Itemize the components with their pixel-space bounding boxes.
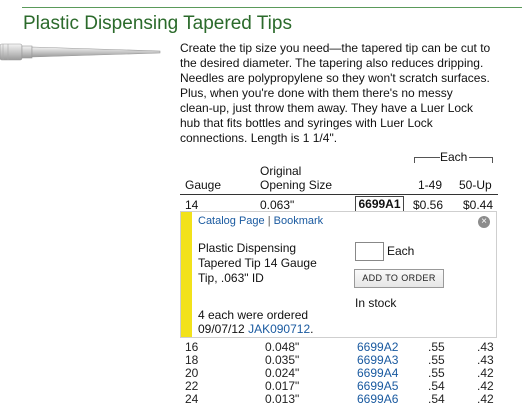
tapered-tip-image xyxy=(0,43,161,61)
row-price2: .42 xyxy=(477,392,494,406)
first-row-opening: 0.063" xyxy=(260,198,295,212)
panel-product-description: Plastic Dispensing Tapered Tip 14 Gauge … xyxy=(198,241,317,285)
panel-accent-bar xyxy=(181,212,192,337)
panel-links: Catalog Page | Bookmark xyxy=(198,215,323,227)
order-history-line: 4 each were ordered xyxy=(198,308,309,322)
opening-header-line1: Original xyxy=(260,164,302,178)
first-row-gauge: 14 xyxy=(185,198,199,212)
row-price1: .54 xyxy=(428,392,445,406)
qty2-header: 50-Up xyxy=(459,178,492,192)
qty1-header: 1-49 xyxy=(418,178,443,192)
stock-status: In stock xyxy=(355,296,397,310)
product-description: Create the tip size you need—the tapered… xyxy=(180,41,498,146)
first-row-price2: $0.44 xyxy=(463,198,494,212)
description-line: Needles are polypropylene so they won't … xyxy=(180,71,490,85)
each-bracket-right xyxy=(469,157,493,163)
description-line: the desired diameter. The tapering also … xyxy=(180,56,484,70)
table-row: 24 0.013" 6699A6 .54 .42 xyxy=(0,393,522,406)
each-header: Each xyxy=(440,150,468,164)
description-line: Create the tip size you need—the tapered… xyxy=(180,41,491,55)
each-bracket-left xyxy=(414,157,440,163)
order-history: 4 each were ordered 09/07/12 JAK090712. xyxy=(198,308,313,336)
bookmark-link[interactable]: Bookmark xyxy=(274,215,324,227)
order-panel: Catalog Page | Bookmark × Plastic Dispen… xyxy=(180,211,497,338)
close-icon[interactable]: × xyxy=(478,216,490,228)
row-opening: 0.013" xyxy=(265,392,300,406)
order-reference-link[interactable]: JAK090712 xyxy=(248,322,310,336)
order-history-line2: 09/07/12 JAK090712. xyxy=(198,322,313,336)
order-period: . xyxy=(310,322,314,336)
link-separator: | xyxy=(267,215,271,227)
row-part-link[interactable]: 6699A6 xyxy=(357,393,398,406)
gauge-header: Gauge xyxy=(185,178,222,192)
description-line: clean-up, just throw them away. They hav… xyxy=(180,101,474,115)
add-to-order-button[interactable]: ADD TO ORDER xyxy=(354,269,444,288)
order-date: 09/07/12 xyxy=(198,322,245,336)
quantity-input[interactable] xyxy=(355,242,384,261)
page-title: Plastic Dispensing Tapered Tips xyxy=(23,13,292,34)
header-divider xyxy=(180,194,498,195)
opening-header-line2: Opening Size xyxy=(260,178,333,192)
header-rule xyxy=(22,7,522,8)
quantity-unit: Each xyxy=(387,244,415,258)
first-row-price1: $0.56 xyxy=(413,198,444,212)
description-line: Plus, when you're done with them there's… xyxy=(180,86,453,100)
description-line: hub that fits bottles and syringes with … xyxy=(180,116,433,130)
description-line: connections. Length is 1 1/4". xyxy=(180,131,338,145)
row-gauge: 24 xyxy=(185,392,199,406)
catalog-page-link[interactable]: Catalog Page xyxy=(198,215,265,227)
